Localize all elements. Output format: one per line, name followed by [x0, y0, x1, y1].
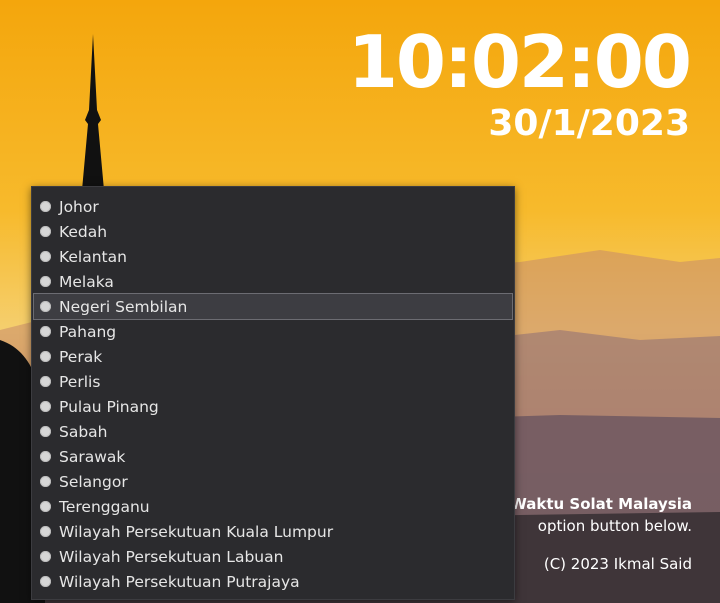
radio-icon[interactable]: [40, 226, 51, 237]
state-dropdown-menu: Johor Kedah Kelantan Melaka Negeri Sembilan P…: [31, 186, 515, 600]
state-option-label: Selangor: [59, 472, 128, 491]
state-option[interactable]: Wilayah Persekutuan Labuan: [32, 544, 514, 569]
state-option[interactable]: Sabah: [32, 419, 514, 444]
radio-icon[interactable]: [40, 426, 51, 437]
state-option[interactable]: Kelantan: [32, 244, 514, 269]
radio-icon[interactable]: [40, 551, 51, 562]
state-option-label: Pahang: [59, 322, 117, 341]
app-title: Waktu Solat Malaysia: [510, 495, 692, 513]
instruction-text: option button below.: [537, 517, 692, 535]
state-option-label: Negeri Sembilan: [59, 297, 188, 316]
state-option-label: Sarawak: [59, 447, 126, 466]
radio-icon[interactable]: [40, 376, 51, 387]
state-option-label: Johor: [59, 197, 99, 216]
state-option[interactable]: Terengganu: [32, 494, 514, 519]
radio-icon[interactable]: [40, 201, 51, 212]
state-option[interactable]: Melaka: [32, 269, 514, 294]
radio-icon[interactable]: [40, 401, 51, 412]
info-panel: Waktu Solat Malaysia option button below…: [510, 495, 692, 573]
state-option[interactable]: Pahang: [32, 319, 514, 344]
radio-icon[interactable]: [40, 576, 51, 587]
state-option-label: Kelantan: [59, 247, 127, 266]
state-option[interactable]: Perak: [32, 344, 514, 369]
state-option[interactable]: Wilayah Persekutuan Kuala Lumpur: [32, 519, 514, 544]
radio-icon[interactable]: [40, 326, 51, 337]
state-option[interactable]: Johor: [32, 194, 514, 219]
state-option-label: Wilayah Persekutuan Putrajaya: [59, 572, 300, 591]
state-option-label: Sabah: [59, 422, 108, 441]
radio-icon[interactable]: [40, 251, 51, 262]
state-option-label: Perak: [59, 347, 103, 366]
clock-date: 30/1/2023: [488, 103, 690, 144]
radio-icon[interactable]: [40, 451, 51, 462]
state-option[interactable]: Negeri Sembilan: [33, 293, 513, 320]
radio-icon[interactable]: [40, 301, 51, 312]
copyright-text: (C) 2023 Ikmal Said: [543, 555, 692, 573]
clock: 10:02:00 30/1/2023: [347, 18, 692, 144]
clock-time: 10:02:00: [347, 20, 692, 104]
state-option-label: Wilayah Persekutuan Labuan: [59, 547, 284, 566]
state-option-label: Melaka: [59, 272, 114, 291]
state-option-label: Pulau Pinang: [59, 397, 159, 416]
state-option-label: Terengganu: [59, 497, 150, 516]
state-option[interactable]: Perlis: [32, 369, 514, 394]
radio-icon[interactable]: [40, 526, 51, 537]
state-option-label: Kedah: [59, 222, 108, 241]
radio-icon[interactable]: [40, 351, 51, 362]
radio-icon[interactable]: [40, 476, 51, 487]
radio-icon[interactable]: [40, 501, 51, 512]
state-option[interactable]: Selangor: [32, 469, 514, 494]
state-option[interactable]: Sarawak: [32, 444, 514, 469]
state-option[interactable]: Pulau Pinang: [32, 394, 514, 419]
state-option[interactable]: Wilayah Persekutuan Putrajaya: [32, 569, 514, 594]
radio-icon[interactable]: [40, 276, 51, 287]
state-option-label: Wilayah Persekutuan Kuala Lumpur: [59, 522, 334, 541]
state-option[interactable]: Kedah: [32, 219, 514, 244]
state-option-label: Perlis: [59, 372, 101, 391]
